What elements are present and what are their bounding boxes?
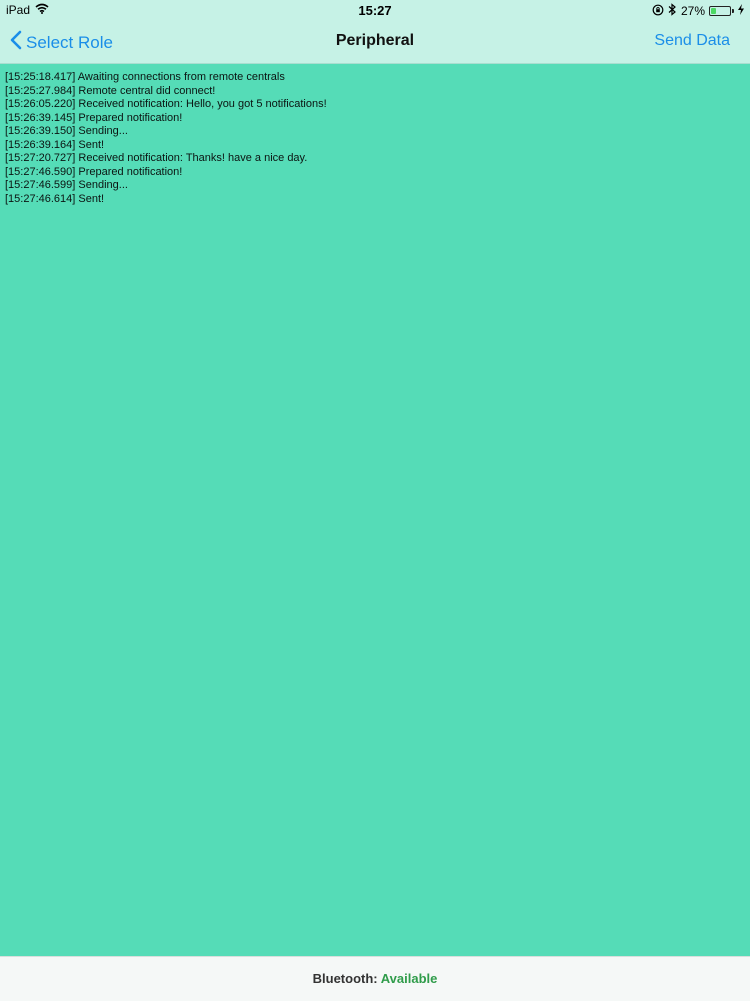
log-entry: [15:25:27.984] Remote central did connec… [5, 84, 216, 97]
status-bar: iPad 15:27 27% [0, 0, 750, 20]
top-bar: iPad 15:27 27% Select Role Peripheral Se… [0, 0, 750, 64]
bluetooth-status-bar: Bluetooth: Available [0, 956, 750, 1001]
log-view[interactable]: [15:25:18.417] Awaiting connections from… [0, 64, 750, 956]
log-entry: [15:26:39.150] Sending... [5, 125, 128, 137]
log-entry: [15:26:05.220] Received notification: He… [5, 98, 327, 110]
charging-icon [738, 4, 744, 18]
log-entry: [15:27:46.590] Prepared notification! [5, 165, 183, 178]
page-title: Peripheral [335, 32, 415, 49]
log-list: [15:25:18.417] Awaiting connections from… [5, 71, 327, 206]
log-entry: [15:27:46.614] Sent! [5, 192, 105, 205]
log-entry: [15:26:39.164] Sent! [5, 138, 105, 151]
bluetooth-status-label: Bluetooth: [312, 971, 378, 986]
orientation-lock-icon [652, 4, 664, 19]
log-entry: [15:26:39.145] Prepared notification! [5, 111, 183, 124]
log-entry: [15:27:46.599] Sending... [5, 179, 128, 191]
log-entry: [15:25:18.417] Awaiting connections from… [5, 71, 285, 83]
battery-level [711, 8, 716, 14]
navigation-bar: Select Role Peripheral Send Data [0, 20, 750, 63]
bluetooth-icon [668, 3, 677, 19]
battery-icon [709, 6, 734, 16]
battery-percentage: 27% [680, 4, 705, 18]
log-entry: [15:27:20.727] Received notification: Th… [5, 152, 308, 164]
status-right: 27% [652, 3, 744, 19]
send-data-button[interactable]: Send Data [654, 32, 730, 50]
status-time: 15:27 [358, 3, 392, 18]
bluetooth-status-value: Available [380, 971, 438, 986]
